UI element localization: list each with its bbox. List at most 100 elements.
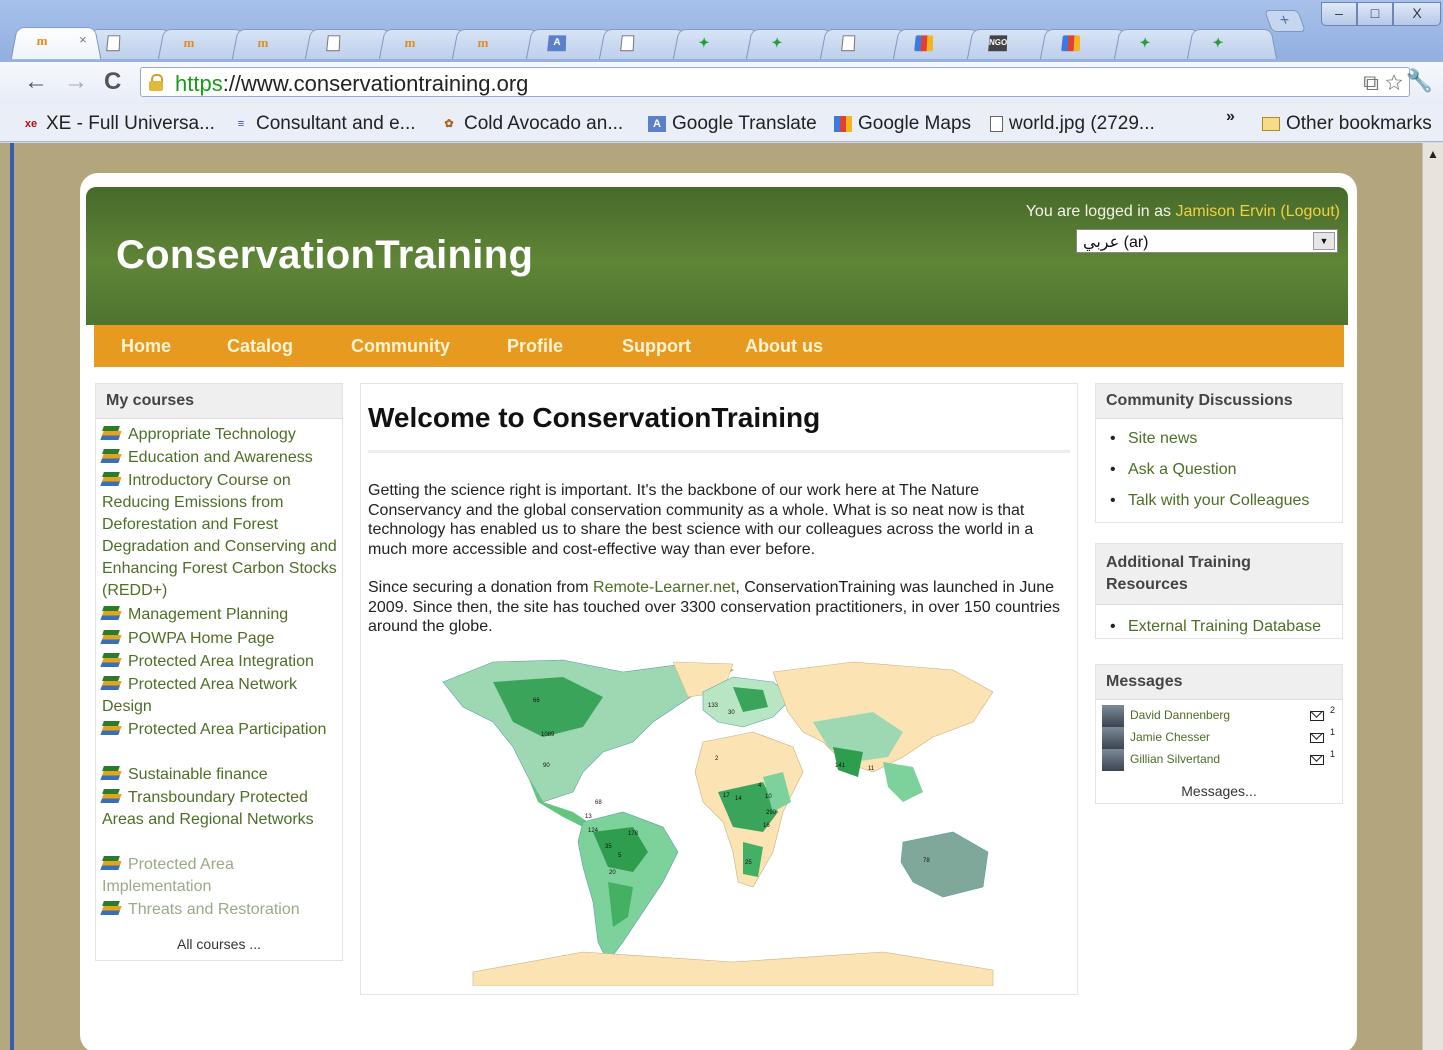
maximize-button[interactable]: □ <box>1357 2 1393 26</box>
browser-tab[interactable]: ✦ <box>1186 29 1278 59</box>
course-link[interactable]: Threats and Restoration <box>102 899 338 921</box>
list-item-link[interactable]: Talk with your Colleagues <box>1106 485 1332 516</box>
page-icon <box>326 35 341 52</box>
course-link[interactable]: Protected Area Implementation <box>102 854 338 898</box>
logout-link[interactable]: (Logout) <box>1280 203 1340 220</box>
minimize-button[interactable]: – <box>1321 2 1357 26</box>
course-link[interactable]: Protected Area Network Design <box>102 674 338 718</box>
course-icon <box>102 855 122 871</box>
avocado-icon: ✿ <box>444 118 454 130</box>
course-icon <box>102 900 122 916</box>
bookmark-item[interactable]: ✿ Cold Avocado an... <box>440 113 623 135</box>
bookmark-item[interactable]: world.jpg (2729... <box>990 113 1155 135</box>
wrench-icon[interactable]: 🔧 <box>1406 68 1433 94</box>
browser-tab[interactable]: m × <box>10 27 102 60</box>
envelope-icon[interactable] <box>1310 733 1324 743</box>
site-title[interactable]: ConservationTraining <box>116 233 533 278</box>
course-link[interactable]: Transboundary Protected Areas and Region… <box>102 787 338 831</box>
messages-link[interactable]: Messages... <box>1096 783 1342 799</box>
course-link[interactable]: Education and Awareness <box>102 447 338 469</box>
message-row[interactable]: David Dannenberg 2 <box>1102 705 1338 727</box>
other-bookmarks[interactable]: Other bookmarks <box>1262 113 1432 135</box>
reload-button[interactable]: C <box>104 70 121 94</box>
menu-item-profile[interactable]: Profile <box>507 336 563 357</box>
block-title: Community Discussions <box>1096 384 1342 419</box>
envelope-icon[interactable] <box>1310 755 1324 765</box>
message-row[interactable]: Jamie Chesser 1 <box>1102 727 1338 749</box>
new-tab-button[interactable]: + <box>1263 10 1307 32</box>
bookmark-item[interactable]: Google Maps <box>834 113 971 135</box>
menu-item-community[interactable]: Community <box>351 336 450 357</box>
history-paragraph: Since securing a donation from Remote-Le… <box>368 579 1060 635</box>
main-content: Welcome to ConservationTraining Getting … <box>360 383 1078 995</box>
browser-chrome: m × m m m m A ✦ ✦ NGO ✦ ✦ + – □ X ← → C https://www… <box>0 0 1443 143</box>
map-label: 78 <box>923 858 930 864</box>
bookmarks-bar: xe XE - Full Universa... ≡ Consultant and e… <box>0 104 1443 142</box>
bookmark-item[interactable]: xe XE - Full Universa... <box>22 113 215 135</box>
course-icon <box>102 425 122 441</box>
scroll-up-icon[interactable]: ▲ <box>1425 147 1441 163</box>
browser-toolbar: ← → C https://www.conservationtraining.o… <box>0 62 1443 104</box>
consultant-icon: ≡ <box>237 118 245 130</box>
course-link[interactable]: Protected Area Participation <box>102 719 338 741</box>
page-icon <box>840 35 855 52</box>
course-link[interactable]: Appropriate Technology <box>102 424 338 446</box>
remote-learner-link[interactable]: Remote-Learner.net <box>593 579 735 596</box>
page-title: Welcome to ConservationTraining <box>368 402 821 433</box>
menu-item-about-us[interactable]: About us <box>745 336 823 357</box>
bookmarks-overflow-button[interactable]: » <box>1226 108 1235 126</box>
moodle-icon: m <box>403 35 416 51</box>
translate-icon: A <box>648 116 666 132</box>
green-leaf-icon: ✦ <box>1211 35 1224 51</box>
intro-paragraph: Getting the science right is important. … <box>368 482 1034 558</box>
world-map: 661089906813124 1783552013330217 144101629… <box>433 652 1003 986</box>
block-title: My courses <box>96 384 342 419</box>
all-courses-link[interactable]: All courses ... <box>96 936 342 952</box>
scrollbar[interactable]: ▲ <box>1422 143 1443 1050</box>
map-label: 141 <box>835 763 846 769</box>
avatar <box>1102 749 1124 771</box>
course-link[interactable]: Sustainable finance <box>102 764 338 786</box>
course-icon <box>102 629 122 645</box>
bookmark-item[interactable]: A Google Translate <box>648 113 817 135</box>
star-icon[interactable]: ⧉ ☆ <box>1363 70 1403 96</box>
back-button[interactable]: ← <box>24 70 48 94</box>
course-link[interactable]: Protected Area Integration <box>102 651 338 673</box>
tab-strip: m × m m m m A ✦ ✦ NGO ✦ ✦ <box>10 22 1334 60</box>
menu-item-home[interactable]: Home <box>121 336 171 357</box>
page-icon <box>620 35 635 52</box>
address-bar[interactable]: https://www.conservationtraining.org ⧉ ☆ <box>140 67 1410 97</box>
bookmark-item[interactable]: ≡ Consultant and e... <box>232 113 416 135</box>
course-link[interactable]: Introductory Course on Reducing Emission… <box>102 470 338 602</box>
map-label: 11 <box>868 766 875 772</box>
envelope-icon[interactable] <box>1310 711 1324 721</box>
community-discussions-block: Community Discussions Site newsAsk a Que… <box>1095 383 1343 523</box>
list-item-link[interactable]: Ask a Question <box>1106 454 1332 485</box>
menu-item-catalog[interactable]: Catalog <box>227 336 293 357</box>
menu-item-support[interactable]: Support <box>622 336 691 357</box>
close-window-button[interactable]: X <box>1393 2 1441 26</box>
list-item-link[interactable]: Site news <box>1106 423 1332 454</box>
map-label: 68 <box>595 800 602 806</box>
list-item-link[interactable]: External Training Database <box>1106 611 1332 642</box>
messages-block: Messages David Dannenberg 2 Jamie Chesser 1… <box>1095 664 1343 804</box>
map-label: 290 <box>766 810 777 816</box>
message-row[interactable]: Gillian Silvertand 1 <box>1102 749 1338 771</box>
avatar <box>1102 705 1124 727</box>
sender-name[interactable]: Gillian Silvertand <box>1130 752 1220 766</box>
course-link[interactable]: POWPA Home Page <box>102 628 338 650</box>
close-tab-icon[interactable]: × <box>78 33 87 48</box>
avatar <box>1102 727 1124 749</box>
course-icon <box>102 652 122 668</box>
map-label: 90 <box>543 763 550 769</box>
sender-name[interactable]: Jamie Chesser <box>1130 730 1210 744</box>
message-count: 2 <box>1330 705 1336 715</box>
sender-name[interactable]: David Dannenberg <box>1130 708 1230 722</box>
user-link[interactable]: Jamison Ervin <box>1175 203 1275 220</box>
main-menu: Home Catalog Community Profile Support About … <box>94 325 1344 367</box>
course-link[interactable]: Management Planning <box>102 604 338 626</box>
language-select[interactable]: عربي (ar) ▼ <box>1076 229 1338 253</box>
page-card: ConservationTraining You are logged in a… <box>80 173 1357 1050</box>
moodle-icon: m <box>476 35 489 51</box>
forward-button[interactable]: → <box>64 70 88 94</box>
